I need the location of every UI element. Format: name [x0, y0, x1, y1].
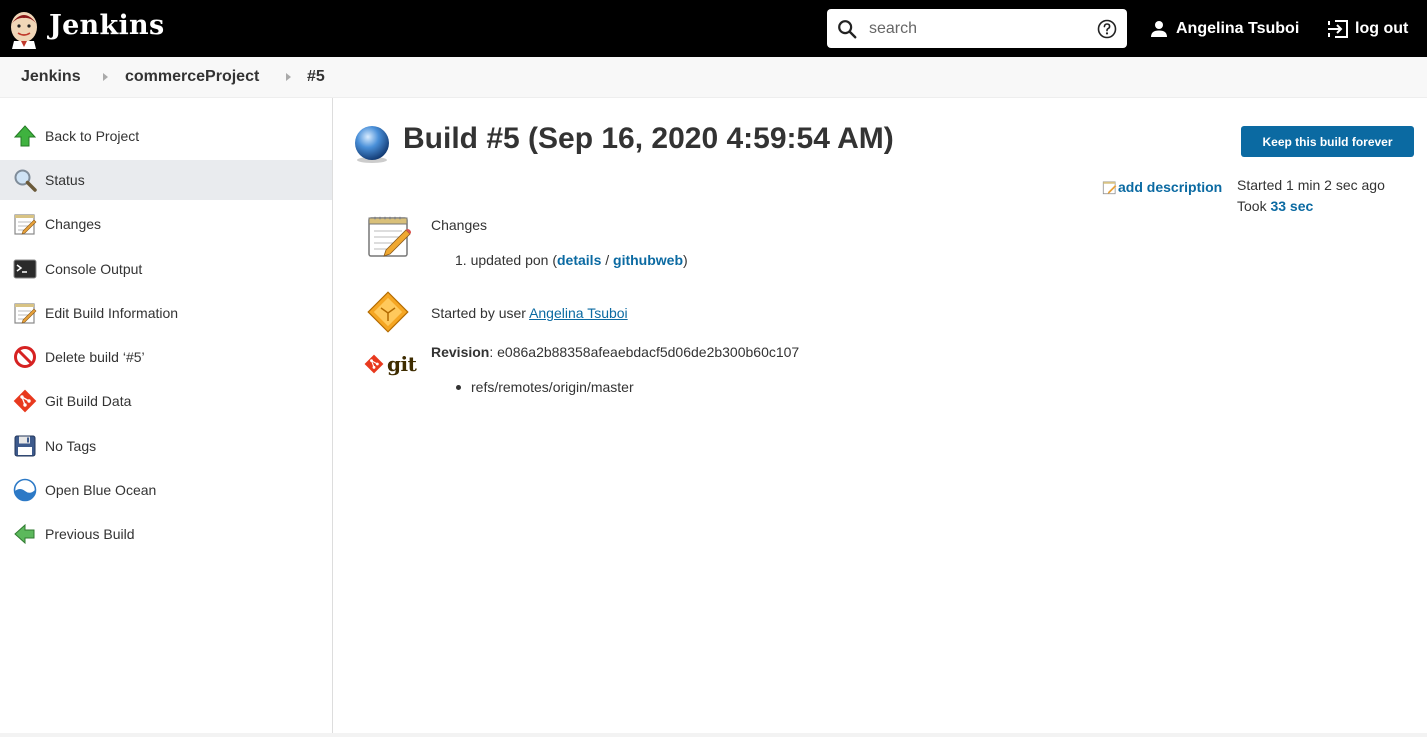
- sidebar-item-git-build-data[interactable]: Git Build Data: [0, 381, 332, 421]
- up-arrow-icon: [13, 125, 37, 147]
- sidebar: Back to Project Status Changes Console O…: [0, 98, 333, 737]
- notepad-icon: [1102, 181, 1117, 194]
- floppy-icon: [14, 435, 36, 457]
- sidebar-item-edit-build-information[interactable]: Edit Build Information: [0, 293, 332, 333]
- sidebar-item-label: No Tags: [45, 438, 97, 454]
- sidebar-item-console-output[interactable]: Console Output: [0, 249, 332, 289]
- sidebar-item-label: Open Blue Ocean: [45, 482, 157, 498]
- keep-build-forever-button[interactable]: Keep this build forever: [1241, 126, 1414, 157]
- top-header: Jenkins Angelina Tsuboi log out: [0, 0, 1427, 57]
- started-by-user-link[interactable]: Angelina Tsuboi: [529, 305, 628, 321]
- magnifier-icon: [14, 169, 37, 192]
- sidebar-item-label: Changes: [45, 216, 102, 232]
- build-status-blue-ball-icon: [355, 126, 389, 163]
- search-input[interactable]: [869, 17, 1089, 41]
- change-number: 1.: [455, 252, 467, 268]
- list-bullet: [456, 385, 461, 390]
- took-prefix: Took: [1237, 198, 1267, 214]
- search-icon: [838, 20, 857, 39]
- sidebar-item-label: Git Build Data: [45, 393, 132, 409]
- notepad-icon: [14, 303, 37, 324]
- left-arrow-icon: [14, 523, 35, 545]
- help-icon[interactable]: [1097, 19, 1117, 39]
- ref-branch: refs/remotes/origin/master: [471, 379, 634, 395]
- footer-divider: [0, 733, 1427, 737]
- sidebar-item-back-to-project[interactable]: Back to Project: [0, 116, 332, 156]
- page-title: Build #5 (Sep 16, 2020 4:59:54 AM): [403, 122, 894, 155]
- breadcrumb-project[interactable]: commerceProject: [125, 68, 259, 86]
- change-entry: 1. updated pon (details / githubweb): [455, 252, 688, 268]
- no-entry-icon: [14, 346, 36, 368]
- sidebar-item-label: Delete build ‘#5’: [45, 349, 145, 365]
- breadcrumb-separator-icon[interactable]: [286, 73, 291, 81]
- jenkins-logo-icon[interactable]: [8, 9, 40, 49]
- sidebar-item-status[interactable]: Status: [0, 160, 332, 200]
- logout-link[interactable]: log out: [1327, 18, 1408, 40]
- sidebar-item-no-tags[interactable]: No Tags: [0, 426, 332, 466]
- git-diamond-icon: [364, 354, 384, 374]
- add-description-label: add description: [1118, 179, 1223, 195]
- git-logo-text: git: [387, 352, 417, 376]
- git-logo: git: [364, 352, 417, 376]
- sidebar-item-label: Status: [45, 172, 85, 188]
- started-by-prefix: Started by user: [431, 305, 526, 321]
- breadcrumb: Jenkins commerceProject #5: [0, 57, 1427, 98]
- started-ago-text: Started 1 min 2 sec ago: [1237, 177, 1385, 193]
- change-message: updated pon: [470, 252, 549, 268]
- revision-text: Revision: e086a2b88358afeaebdacf5d06de2b…: [431, 344, 800, 360]
- duration-link[interactable]: 33 sec: [1270, 198, 1313, 214]
- sidebar-item-delete-build[interactable]: Delete build ‘#5’: [0, 337, 332, 377]
- user-link[interactable]: Angelina Tsuboi: [1150, 18, 1299, 40]
- breadcrumb-jenkins[interactable]: Jenkins: [21, 68, 81, 86]
- notepad-icon: [14, 214, 37, 235]
- sidebar-item-label: Previous Build: [45, 526, 135, 542]
- user-cause-icon: [367, 291, 409, 333]
- terminal-icon: [13, 259, 37, 279]
- sidebar-item-label: Edit Build Information: [45, 305, 179, 321]
- sidebar-item-label: Console Output: [45, 261, 143, 277]
- change-githubweb-link[interactable]: githubweb: [613, 252, 683, 268]
- git-icon: [13, 389, 37, 413]
- change-details-link[interactable]: details: [557, 252, 601, 268]
- revision-label: Revision: [431, 344, 490, 360]
- started-by-text: Started by user Angelina Tsuboi: [431, 305, 628, 321]
- add-description-link[interactable]: add description: [1102, 179, 1222, 195]
- breadcrumb-build[interactable]: #5: [307, 68, 325, 86]
- revision-hash: e086a2b88358afeaebdacf5d06de2b300b60c107: [497, 344, 800, 360]
- blue-ocean-icon: [13, 478, 37, 502]
- brand-title[interactable]: Jenkins: [49, 10, 164, 41]
- sidebar-item-previous-build[interactable]: Previous Build: [0, 514, 332, 554]
- logout-label: log out: [1355, 20, 1409, 37]
- breadcrumb-separator-icon[interactable]: [103, 73, 108, 81]
- changes-notepad-icon: [368, 216, 411, 257]
- user-name: Angelina Tsuboi: [1176, 20, 1300, 37]
- sidebar-item-label: Back to Project: [45, 128, 140, 144]
- search-box[interactable]: [827, 9, 1127, 48]
- sidebar-item-changes[interactable]: Changes: [0, 204, 332, 244]
- user-icon: [1151, 21, 1167, 37]
- sidebar-item-open-blue-ocean[interactable]: Open Blue Ocean: [0, 470, 332, 510]
- build-timing: Started 1 min 2 sec ago Took 33 sec: [1237, 175, 1385, 217]
- took-row: Took 33 sec: [1237, 196, 1385, 217]
- logout-icon: [1328, 20, 1348, 38]
- changes-title: Changes: [431, 217, 488, 233]
